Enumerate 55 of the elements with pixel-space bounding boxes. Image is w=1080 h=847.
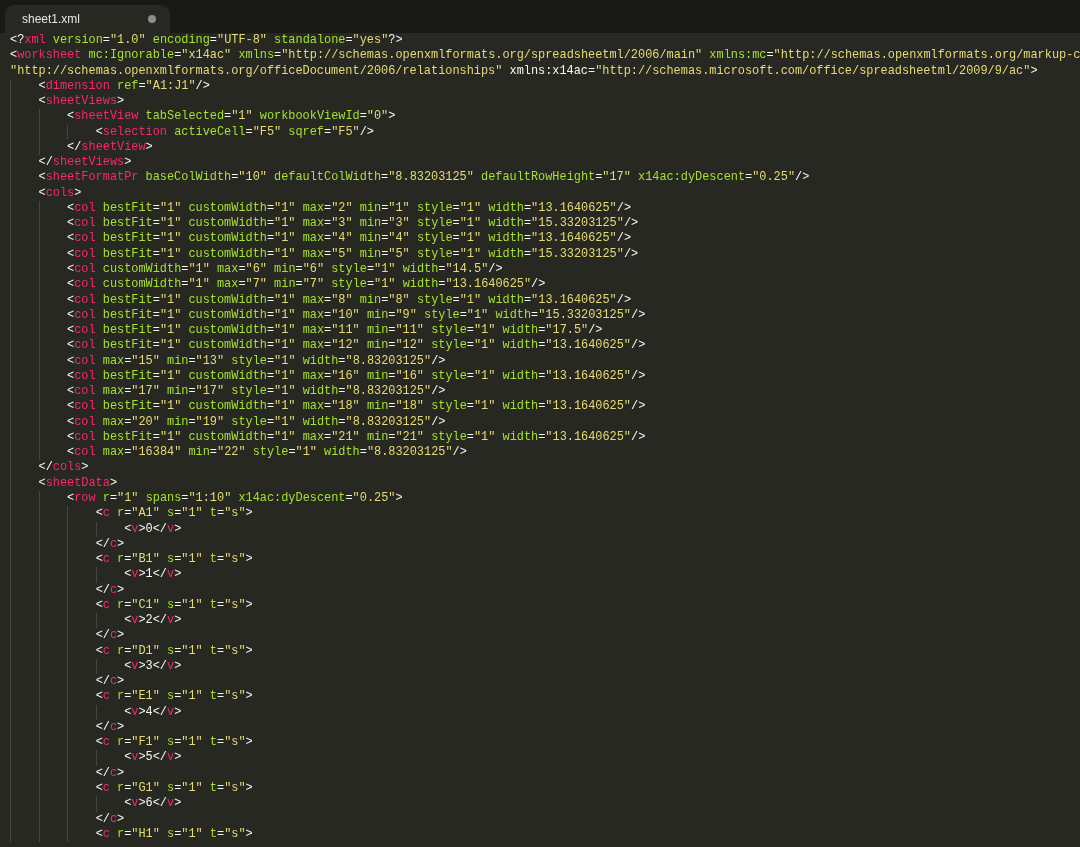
code-line: </cols> bbox=[38, 460, 89, 476]
code-line: <col bestFit="1" customWidth="1" max="2" min="1" style="1" width="13.1640625"/> bbox=[67, 200, 632, 217]
code-line: <col bestFit="1" customWidth="1" max="8" min="8" style="1" width="13.1640625"/> bbox=[67, 292, 632, 308]
code-line: <col bestFit="1" customWidth="1" max="4" min="4" style="1" width="13.1640625"/> bbox=[67, 231, 632, 247]
code-line: </c> bbox=[95, 719, 125, 736]
code-line: <c r="D1" s="1" t="s"> bbox=[95, 643, 253, 659]
code-line: </c> bbox=[95, 582, 125, 598]
file-tab[interactable]: sheet1.xml bbox=[5, 5, 170, 33]
code-line: <v>5</v> bbox=[124, 750, 182, 766]
code-line: <col bestFit="1" customWidth="1" max="12" min="12" style="1" width="13.1640625"/> bbox=[67, 338, 646, 354]
code-line: <v>1</v> bbox=[124, 567, 182, 583]
code-line: </sheetView> bbox=[67, 139, 153, 156]
code-line: <col max="20" min="19" style="1" width="8.83203125"/> bbox=[67, 414, 446, 430]
tab-title: sheet1.xml bbox=[22, 11, 81, 28]
code-line: <c r="E1" s="1" t="s"> bbox=[95, 689, 253, 705]
code-line: <c r="F1" s="1" t="s"> bbox=[95, 735, 253, 751]
code-line: <col bestFit="1" customWidth="1" max="5" min="5" style="1" width="15.33203125"/> bbox=[67, 246, 639, 262]
code-line: <sheetViews> bbox=[38, 94, 125, 110]
code-line: </c> bbox=[95, 674, 125, 690]
code-line: <col max="15" min="13" style="1" width="8.83203125"/> bbox=[67, 353, 446, 369]
code-line: </c> bbox=[95, 811, 125, 827]
code-line: <sheetData> bbox=[38, 475, 118, 491]
code-line: <col max="17" min="17" style="1" width="8.83203125"/> bbox=[67, 384, 446, 400]
code-line: <v>6</v> bbox=[124, 796, 182, 812]
code-line: <c r="C1" s="1" t="s"> bbox=[95, 597, 253, 614]
code-line: </c> bbox=[95, 628, 125, 644]
code-line: <col bestFit="1" customWidth="1" max="16" min="16" style="1" width="13.1640625"/> bbox=[67, 368, 646, 385]
code-line: <col bestFit="1" customWidth="1" max="3" min="3" style="1" width="15.33203125"/> bbox=[67, 216, 639, 232]
code-line: "http://schemas.openxmlformats.org/officeDocument/2006/relationships" xmlns:x14ac="http://schemas.microsoft.com/office/spreadsheetml/2009/9/ac"> bbox=[10, 63, 1038, 79]
code-line: <col bestFit="1" customWidth="1" max="18" min="18" style="1" width="13.1640625"/> bbox=[67, 399, 646, 415]
code-line: <v>0</v> bbox=[124, 521, 182, 537]
code-line: <sheetView tabSelected="1" workbookViewId="0"> bbox=[67, 109, 396, 125]
code-line: </c> bbox=[95, 536, 125, 553]
code-line: <cols> bbox=[38, 185, 82, 201]
code-line: <?xml version="1.0" encoding="UTF-8" standalone="yes"?> bbox=[10, 33, 403, 49]
code-line: <c r="B1" s="1" t="s"> bbox=[95, 552, 253, 568]
code-line: <dimension ref="A1:J1"/> bbox=[38, 78, 210, 95]
code-line: <v>2</v> bbox=[124, 613, 182, 629]
code-line: <c r="A1" s="1" t="s"> bbox=[95, 506, 253, 522]
code-line: <v>3</v> bbox=[124, 658, 182, 675]
code-line: <col customWidth="1" max="7" min="7" style="1" width="13.1640625"/> bbox=[67, 277, 546, 293]
code-line: <c r="H1" s="1" t="s"> bbox=[95, 826, 253, 843]
code-line: <c r="G1" s="1" t="s"> bbox=[95, 781, 253, 797]
code-line: <v>4</v> bbox=[124, 704, 182, 720]
code-line: <col bestFit="1" customWidth="1" max="21" min="21" style="1" width="13.1640625"/> bbox=[67, 429, 646, 446]
code-line: <selection activeCell="F5" sqref="F5"/> bbox=[95, 124, 374, 140]
code-line: <sheetFormatPr baseColWidth="10" defaultColWidth="8.83203125" defaultRowHeight="17" x14ac:dyDescent="0.25"/> bbox=[38, 170, 810, 186]
code-line: <col bestFit="1" customWidth="1" max="10" min="9" style="1" width="15.33203125"/> bbox=[67, 307, 646, 324]
code-line: <row r="1" spans="1:10" x14ac:dyDescent="0.25"> bbox=[67, 490, 403, 507]
code-line: <worksheet mc:Ignorable="x14ac" xmlns="http://schemas.openxmlformats.org/spreadsheetml/2006/main" xmlns:mc="http://schemas.openxmlformats.org/markup-c bbox=[10, 48, 1080, 64]
code-line: <col bestFit="1" customWidth="1" max="11" min="11" style="1" width="17.5"/> bbox=[67, 323, 603, 339]
code-line: </sheetViews> bbox=[38, 155, 132, 171]
code-line: </c> bbox=[95, 765, 125, 781]
code-line: <col max="16384" min="22" style="1" width="8.83203125"/> bbox=[67, 445, 467, 461]
code-line: <col customWidth="1" max="6" min="6" style="1" width="14.5"/> bbox=[67, 262, 503, 278]
